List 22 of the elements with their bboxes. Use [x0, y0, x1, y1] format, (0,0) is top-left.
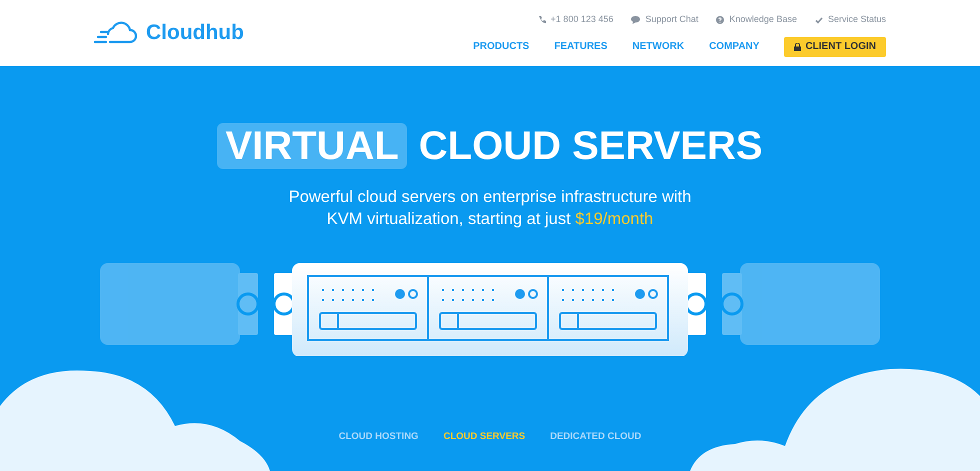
client-login-button[interactable]: CLIENT LOGIN	[784, 36, 886, 57]
check-icon	[814, 16, 823, 24]
phone-icon	[538, 16, 546, 24]
cloud-logo-icon	[94, 21, 138, 45]
hero-title: CLOUD SERVERS	[418, 123, 763, 169]
top-link[interactable]: Service Status	[814, 13, 886, 27]
top-link[interactable]: Knowledge Base	[716, 13, 797, 27]
product-tab[interactable]: DEDICATED CLOUD	[550, 430, 642, 444]
nav-link[interactable]: NETWORK	[632, 39, 684, 54]
hero-title-highlight: VIRTUAL	[217, 123, 407, 169]
nav-link[interactable]: COMPANY	[709, 39, 760, 54]
chat-bubble-icon	[631, 16, 640, 24]
nav-link[interactable]: PRODUCTS	[473, 39, 530, 54]
nav-link[interactable]: FEATURES	[554, 39, 608, 54]
product-tab[interactable]: CLOUD SERVERS	[443, 430, 526, 444]
top-link[interactable]: +1 800 123 456	[538, 13, 614, 27]
logo-text: Cloudhub	[146, 20, 244, 46]
help-icon	[716, 16, 724, 24]
lock-icon	[794, 42, 802, 51]
hero-subtitle: Powerful cloud servers on enterprise infrastructure with KVM virtualization, starting at just $19/month	[288, 187, 692, 230]
product-tab[interactable]: CLOUD HOSTING	[338, 430, 418, 444]
top-link[interactable]: Support Chat	[631, 13, 698, 27]
